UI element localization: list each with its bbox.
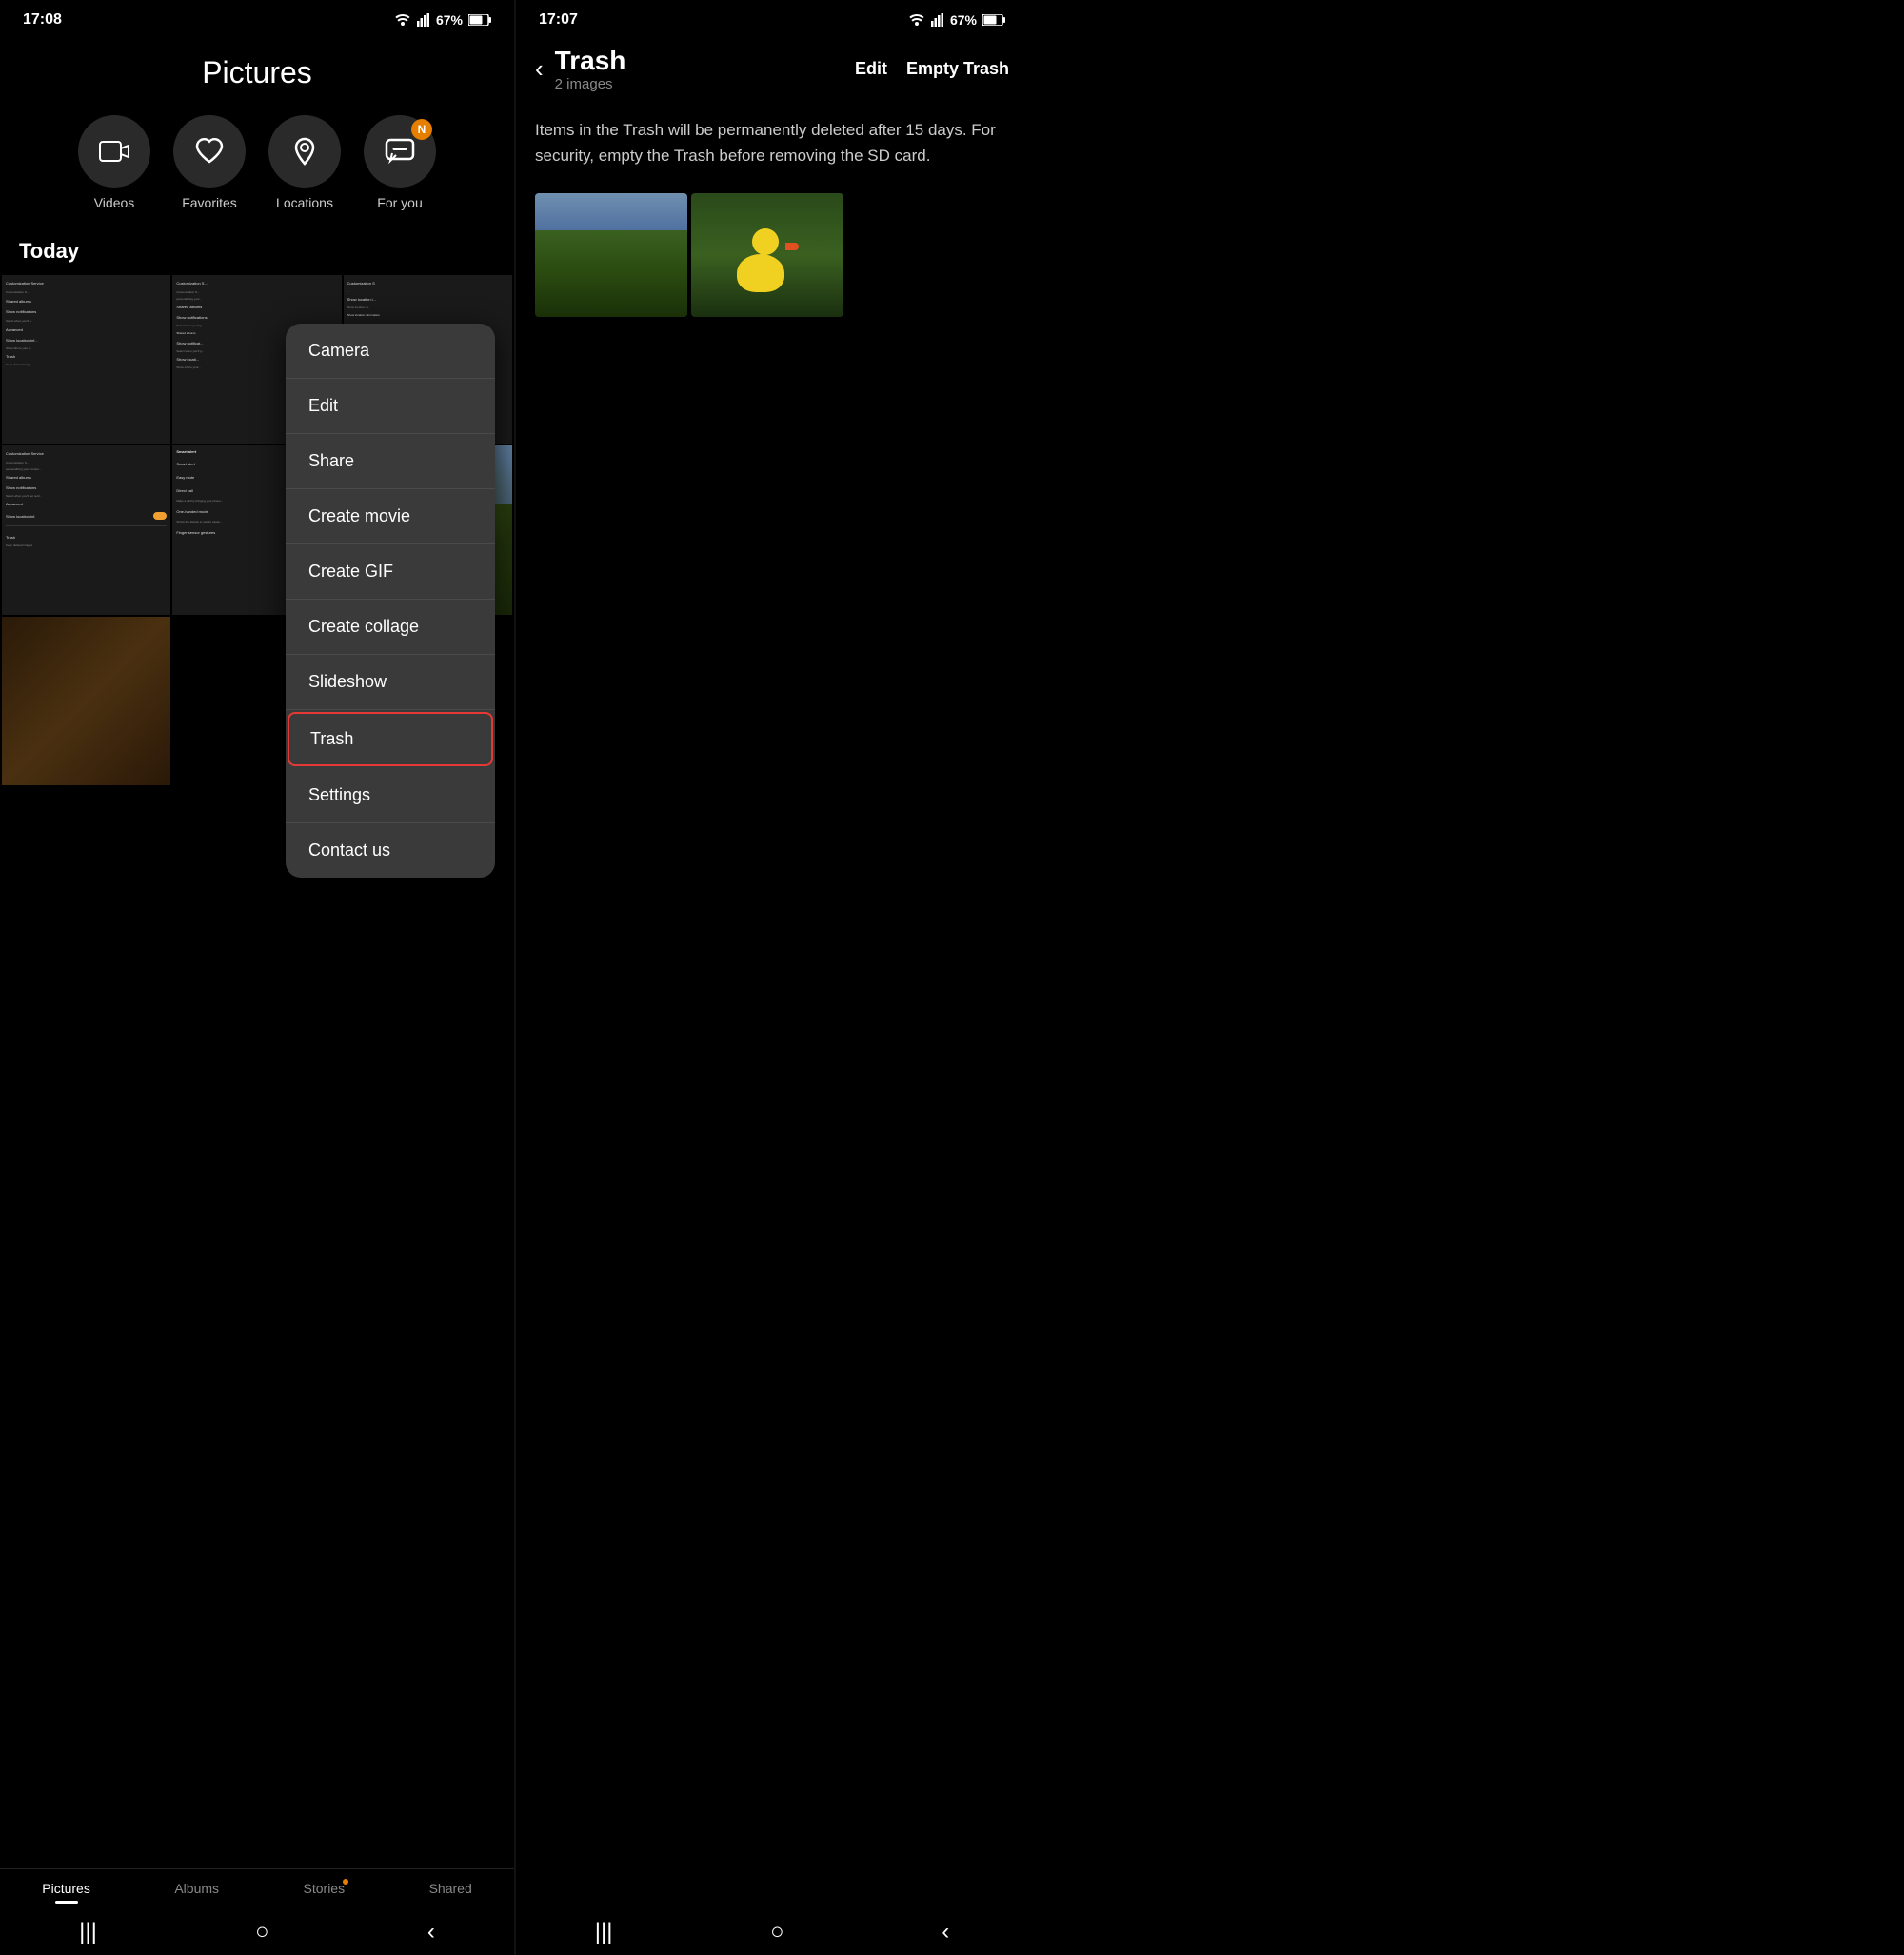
trash-title-block: Trash 2 images — [544, 46, 855, 92]
heart-icon — [194, 136, 225, 167]
right-time: 17:07 — [539, 11, 578, 29]
trash-actions: Edit Empty Trash — [855, 59, 1009, 79]
context-menu: Camera Edit Share Create movie Create GI… — [286, 324, 495, 878]
qa-item-locations[interactable]: Locations — [268, 115, 341, 210]
chat-icon — [385, 136, 415, 167]
nav-item-stories[interactable]: Stories — [304, 1881, 346, 1896]
nav-label-stories: Stories — [304, 1881, 346, 1896]
empty-trash-button[interactable]: Empty Trash — [906, 59, 1009, 79]
qa-label-for-you: For you — [377, 195, 422, 210]
quick-access-row: Videos Favorites Locations — [0, 100, 514, 229]
qa-label-videos: Videos — [94, 195, 135, 210]
menu-item-trash[interactable]: Trash — [288, 712, 493, 766]
right-empty-area — [516, 326, 1028, 1904]
trash-title: Trash — [555, 46, 855, 76]
notification-badge: N — [411, 119, 432, 140]
qa-item-videos[interactable]: Videos — [78, 115, 150, 210]
edit-button[interactable]: Edit — [855, 59, 887, 79]
nav-label-pictures: Pictures — [42, 1881, 90, 1896]
wifi-icon — [394, 13, 411, 27]
trash-back-button[interactable]: ‹ — [535, 54, 544, 84]
left-home-button[interactable]: ○ — [255, 1919, 269, 1945]
menu-item-contact-us[interactable]: Contact us — [286, 823, 495, 878]
left-status-icons: 67% — [394, 12, 491, 28]
duck-head — [752, 228, 779, 255]
duck-bill — [785, 243, 799, 250]
tree-photo-thumb — [535, 193, 687, 317]
settings-screenshot-4: Customization Service Customization S...… — [2, 445, 170, 614]
trash-image-tree[interactable] — [535, 193, 687, 317]
photo-thumb-1[interactable]: Customization Service Customization S...… — [2, 275, 170, 444]
left-time: 17:08 — [23, 11, 62, 29]
trash-image-duck[interactable] — [691, 193, 843, 317]
app-title: Pictures — [0, 55, 514, 90]
bottom-nav: Pictures Albums Stories Shared — [0, 1868, 514, 1904]
qa-circle-videos — [78, 115, 150, 188]
qa-circle-favorites — [173, 115, 246, 188]
left-status-bar: 17:08 67% — [0, 0, 514, 36]
qa-circle-for-you: N — [364, 115, 436, 188]
nav-label-albums: Albums — [174, 1881, 219, 1896]
right-status-bar: 17:07 67% — [516, 0, 1028, 36]
menu-item-create-movie[interactable]: Create movie — [286, 489, 495, 544]
menu-item-camera[interactable]: Camera — [286, 324, 495, 379]
right-system-bar: ||| ○ ‹ — [516, 1904, 1028, 1955]
right-wifi-icon — [908, 13, 925, 27]
left-battery: 67% — [436, 12, 463, 28]
stories-notification-dot — [343, 1879, 348, 1885]
trash-header: ‹ Trash 2 images Edit Empty Trash — [516, 36, 1028, 102]
today-section-label: Today — [0, 229, 514, 273]
signal-icon — [417, 13, 430, 27]
left-system-bar: ||| ○ ‹ — [0, 1904, 514, 1955]
trash-info-text: Items in the Trash will be permanently d… — [516, 102, 1028, 184]
duck-body — [737, 254, 784, 292]
trash-subtitle: 2 images — [555, 76, 855, 92]
qa-item-for-you[interactable]: N For you — [364, 115, 436, 210]
qa-circle-locations — [268, 115, 341, 188]
beer-photo — [2, 617, 170, 785]
right-battery-icon — [982, 14, 1005, 26]
menu-item-edit[interactable]: Edit — [286, 379, 495, 434]
menu-item-slideshow[interactable]: Slideshow — [286, 655, 495, 710]
right-signal-icon — [931, 13, 944, 27]
photo-thumb-beer[interactable] — [2, 617, 170, 785]
menu-item-settings[interactable]: Settings — [286, 768, 495, 823]
nav-item-shared[interactable]: Shared — [429, 1881, 472, 1896]
right-battery-text: 67% — [950, 12, 977, 28]
nav-item-pictures[interactable]: Pictures — [42, 1881, 90, 1896]
left-menu-button[interactable]: ||| — [79, 1919, 97, 1945]
video-icon — [99, 136, 129, 167]
right-status-icons: 67% — [908, 12, 1005, 28]
photo-thumb-4[interactable]: Customization Service Customization S...… — [2, 445, 170, 614]
right-menu-button[interactable]: ||| — [595, 1919, 613, 1945]
settings-screenshot-1: Customization Service Customization S...… — [2, 275, 170, 444]
menu-item-create-gif[interactable]: Create GIF — [286, 544, 495, 600]
qa-item-favorites[interactable]: Favorites — [173, 115, 246, 210]
left-back-button[interactable]: ‹ — [427, 1919, 435, 1945]
menu-item-create-collage[interactable]: Create collage — [286, 600, 495, 655]
left-app-header: Pictures — [0, 36, 514, 100]
duck-photo-thumb — [691, 193, 843, 317]
qa-label-favorites: Favorites — [182, 195, 237, 210]
map-pin-icon — [289, 136, 320, 167]
nav-item-albums[interactable]: Albums — [174, 1881, 219, 1896]
left-panel: 17:08 67% Pictures — [0, 0, 514, 1955]
qa-label-locations: Locations — [276, 195, 333, 210]
toggle-location — [153, 512, 167, 520]
battery-icon — [468, 14, 491, 26]
nav-label-shared: Shared — [429, 1881, 472, 1896]
right-back-button[interactable]: ‹ — [942, 1919, 949, 1945]
right-panel: 17:07 67% ‹ Trash 2 i — [516, 0, 1028, 1955]
right-home-button[interactable]: ○ — [770, 1919, 784, 1945]
menu-item-share[interactable]: Share — [286, 434, 495, 489]
trash-images-row — [516, 184, 1028, 326]
